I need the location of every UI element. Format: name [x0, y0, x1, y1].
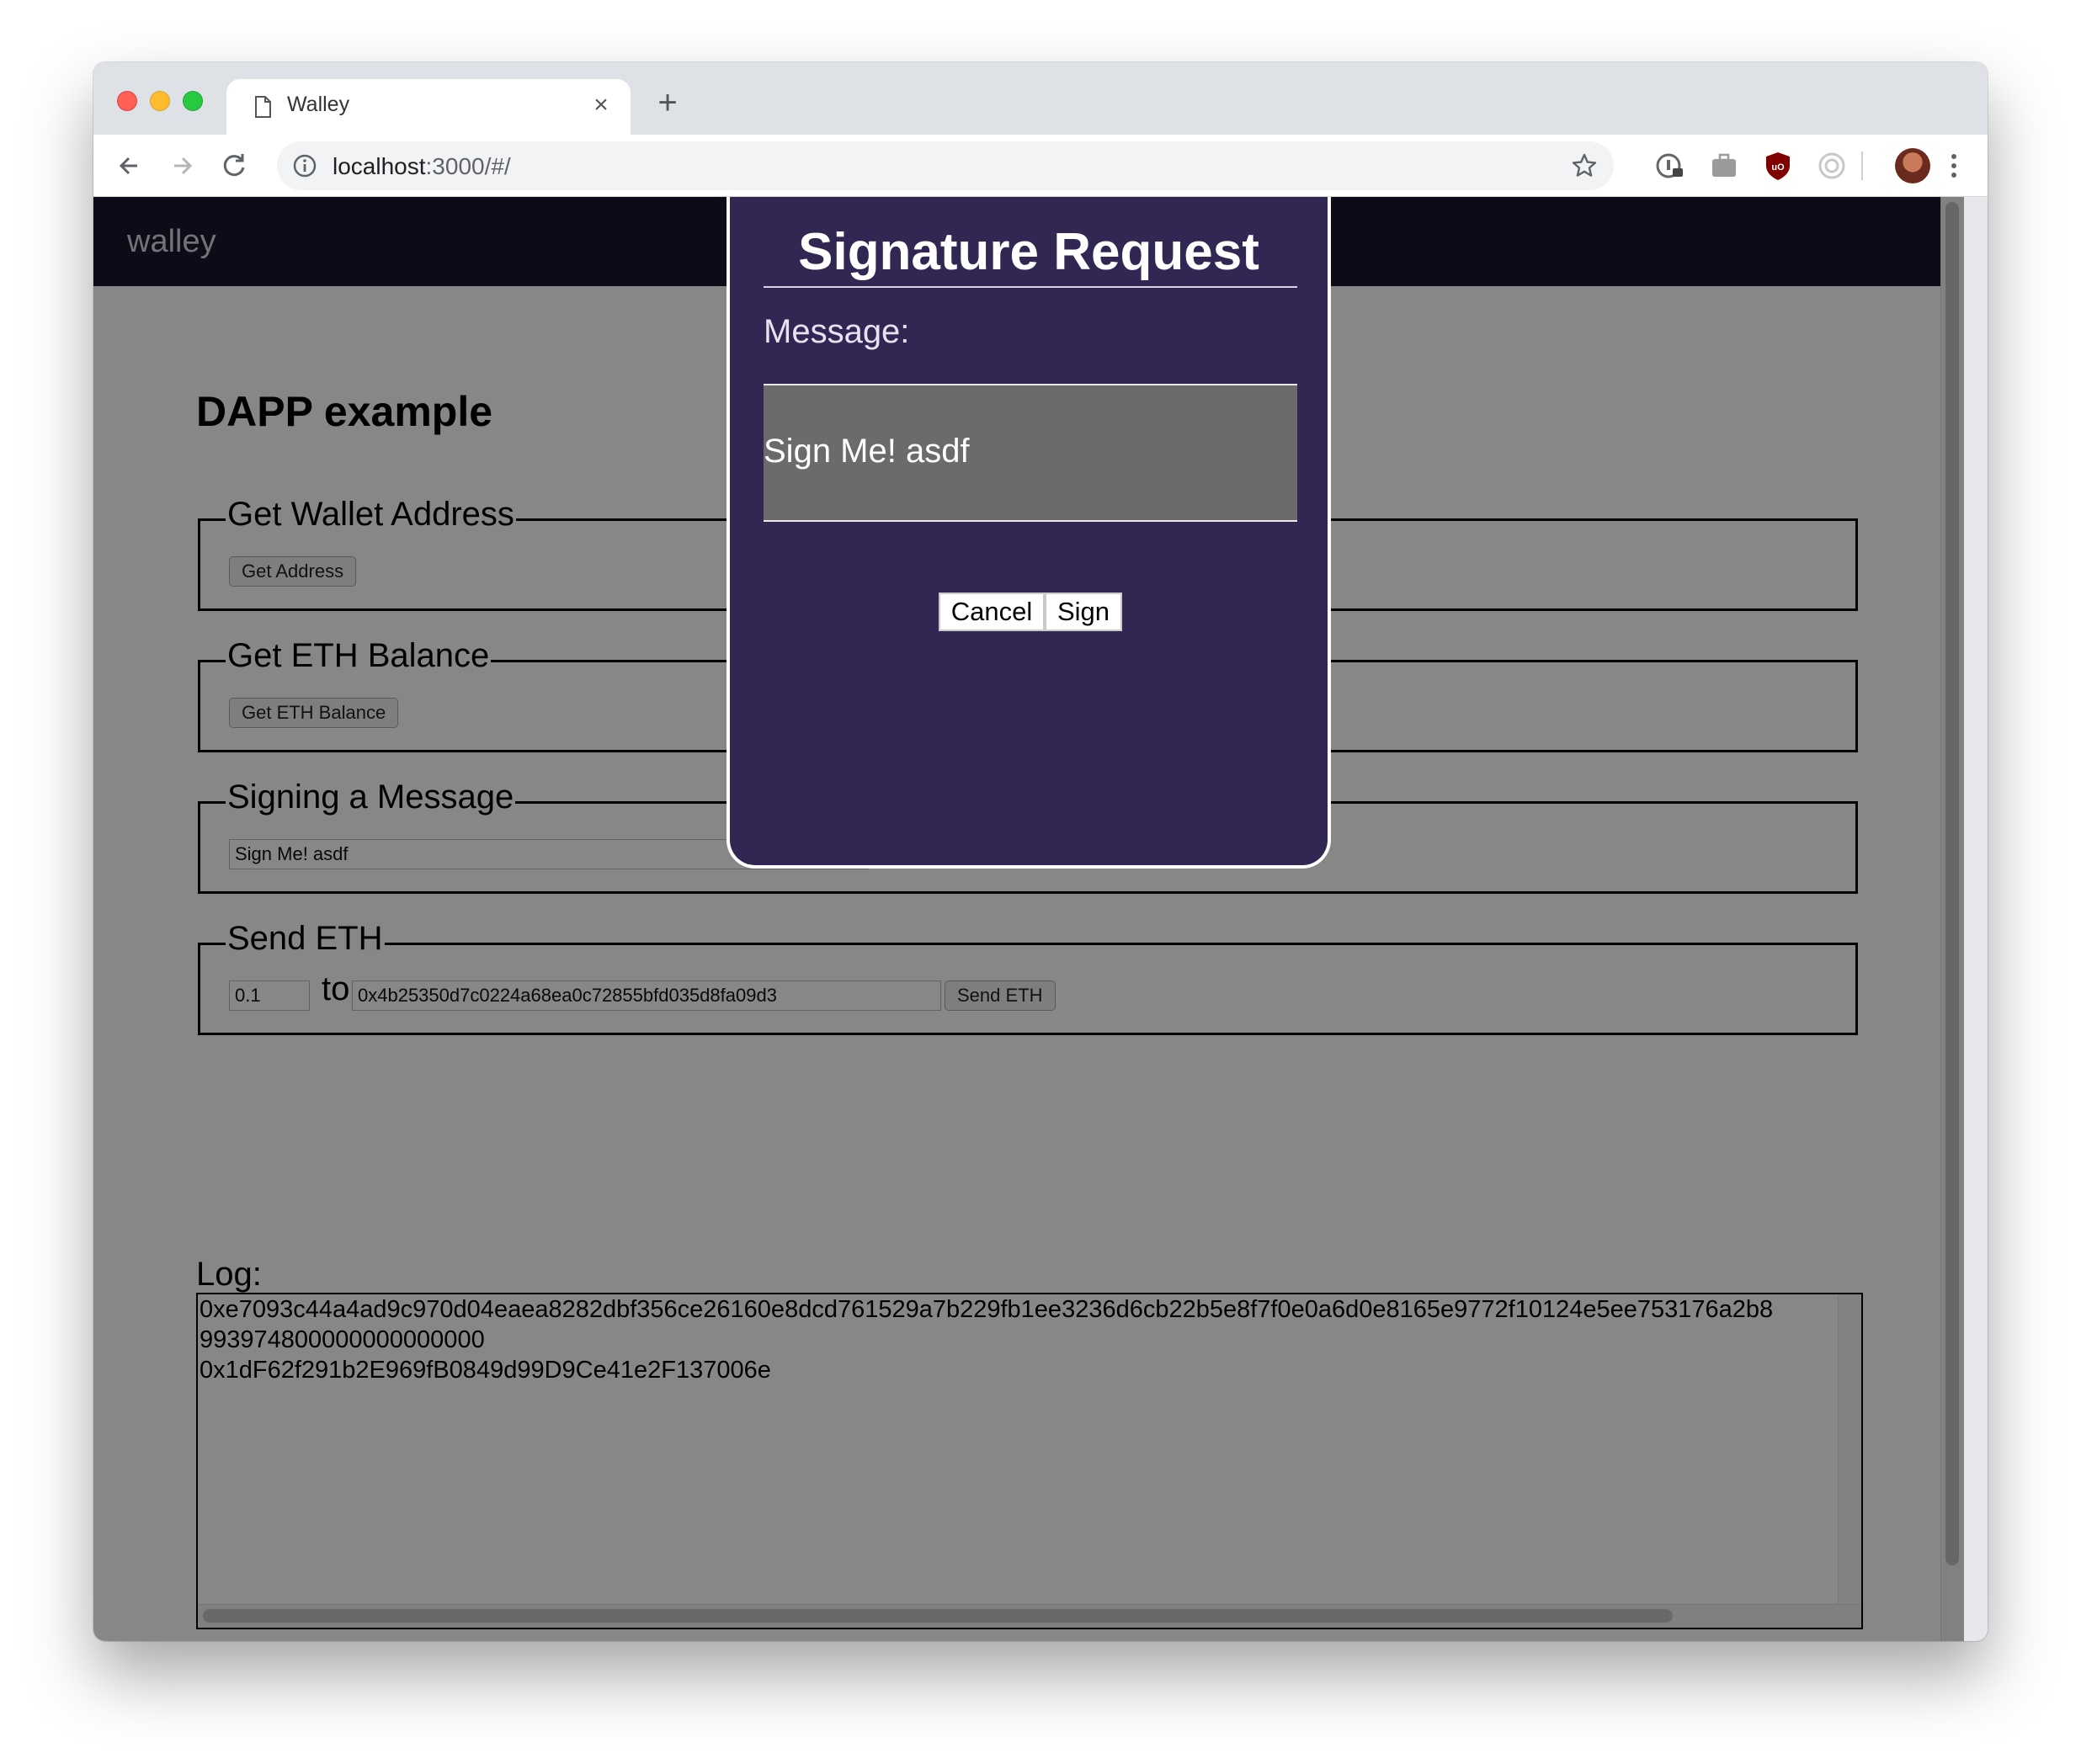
address-bar[interactable]: localhost:3000/#/ [277, 141, 1614, 190]
url-text: localhost:3000/#/ [333, 153, 511, 180]
signature-request-modal: Signature Request Message: Sign Me! asdf… [726, 197, 1331, 869]
document-icon [255, 96, 271, 118]
briefcase-extension-icon[interactable] [1708, 150, 1740, 182]
sign-button[interactable]: Sign [1045, 592, 1122, 631]
forward-icon[interactable] [164, 148, 200, 183]
browser-toolbar: localhost:3000/#/ uO [93, 135, 1988, 197]
password-extension-icon[interactable] [1654, 150, 1686, 182]
tab-title: Walley [287, 93, 350, 116]
minimize-window-button[interactable] [150, 91, 170, 111]
tab-bar: Walley × + [93, 62, 1988, 135]
menu-kebab-icon[interactable] [1944, 148, 1964, 183]
cancel-button[interactable]: Cancel [939, 592, 1045, 631]
title-divider [764, 286, 1297, 288]
bookmark-star-icon[interactable] [1570, 151, 1599, 180]
message-box: Sign Me! asdf [764, 384, 1297, 522]
new-tab-icon[interactable]: + [651, 86, 684, 121]
back-icon[interactable] [112, 148, 147, 183]
svg-text:uO: uO [1771, 162, 1785, 173]
profile-avatar[interactable] [1895, 148, 1930, 183]
maximize-window-button[interactable] [183, 91, 203, 111]
close-window-button[interactable] [117, 91, 137, 111]
browser-window: Walley × + localhost:3000/#/ uO walley D… [93, 62, 1988, 1641]
url-host: localhost [333, 153, 426, 179]
message-text: Sign Me! asdf [764, 433, 970, 470]
toolbar-divider [1861, 151, 1863, 180]
page-viewport: walley DAPP example Get Wallet Address G… [93, 197, 1964, 1641]
close-tab-icon[interactable]: × [587, 91, 615, 120]
reload-icon[interactable] [216, 148, 252, 183]
browser-tab[interactable]: Walley × [226, 79, 631, 135]
info-icon[interactable] [292, 153, 317, 178]
message-label: Message: [764, 313, 910, 350]
url-path: :3000/#/ [425, 153, 511, 179]
modal-title: Signature Request [798, 223, 1259, 281]
ublock-extension-icon[interactable]: uO [1762, 150, 1794, 182]
target-extension-icon[interactable] [1816, 150, 1848, 182]
